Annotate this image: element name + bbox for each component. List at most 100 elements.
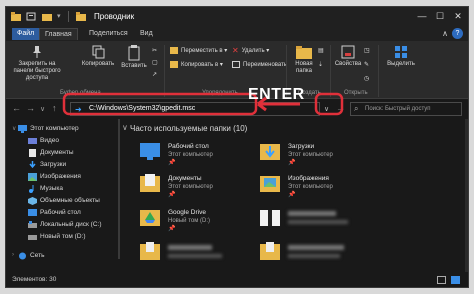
drive-icon [28,221,37,228]
tile-blurred[interactable] [138,239,258,269]
group-clipboard-label: Буфер обмена [60,90,101,96]
tab-share[interactable]: Поделиться [84,28,133,40]
pin-icon: 📌 [168,160,176,166]
nav-desktop[interactable]: Рабочий стол [28,207,81,218]
ribbon: Закрепить на панели быстрого доступа Коп… [6,41,468,99]
paste-shortcut-icon[interactable]: ↗ [152,71,157,79]
nav-music[interactable]: Музыка [29,183,63,194]
tile-blurred[interactable] [258,239,378,269]
expand-chevron-icon[interactable]: ∨ [12,125,16,132]
address-dropdown-icon[interactable]: ∨ [324,105,329,113]
rename-button[interactable]: Переименовать [232,61,287,69]
large-icons-view-icon[interactable] [451,276,460,284]
paste-button[interactable]: Вставить [120,45,148,70]
recent-dropdown-icon[interactable]: ∨ [40,105,45,113]
tab-view[interactable]: Вид [135,28,158,40]
content-area: ∨ Часто используемые папки (10) Рабочий … [122,119,468,272]
address-bar[interactable]: ➜ C:\Windows\System32\gpedit.msc [70,102,320,116]
navigation-pane: ∨ Этот компьютер Видео Документы Загрузк… [6,119,120,272]
window-title: Проводник [94,12,135,21]
nav-3d-objects[interactable]: Объемные объекты [28,195,100,206]
group-organize-label: Упорядочить [202,90,238,96]
properties-button[interactable]: Свойства [334,45,362,68]
section-collapse-icon[interactable]: ∨ [122,123,128,132]
pictures-icon [28,173,37,181]
nav-drive-d[interactable]: Новый том (D:) [28,231,86,242]
delete-button[interactable]: ✕ Удалить ▾ [232,47,269,55]
back-arrow-icon[interactable]: ← [12,103,21,113]
close-button[interactable]: ✕ [450,9,466,23]
search-placeholder: Поиск: Быстрый доступ [365,106,431,112]
new-item-icon[interactable]: ▤ [318,47,324,55]
computer-icon [18,125,27,133]
search-icon: ⌕ [354,104,359,113]
rename-icon [232,61,240,68]
section-title: Часто используемые папки (10) [130,124,248,133]
address-path[interactable]: C:\Windows\System32\gpedit.msc [89,105,195,112]
go-arrow-icon[interactable]: → [336,103,345,113]
quick-access-properties-icon[interactable] [26,12,36,21]
tab-file[interactable]: Файл [12,28,40,40]
tab-home[interactable]: Главная [39,28,78,40]
nav-drive-c[interactable]: Локальный диск (C:) [28,219,102,230]
nav-pictures[interactable]: Изображения [28,171,81,182]
tile-pictures[interactable]: Изображения Этот компьютер 📌 [258,171,378,201]
content-scrollbar[interactable] [465,119,468,272]
tile-desktop[interactable]: Рабочий стол Этот компьютер 📌 [138,139,258,169]
cut-icon[interactable]: ✂ [152,47,157,55]
folder-icon [11,12,21,21]
enter-annotation: ENTER [248,86,305,103]
move-to-icon [170,47,178,54]
status-bar: Элементов: 30 [6,272,468,287]
nav-scrollbar[interactable] [118,119,120,259]
new-folder-icon [296,46,312,59]
maximize-button[interactable]: ☐ [432,9,448,23]
copy-button[interactable]: Копировать [80,45,116,68]
collapse-chevron-icon[interactable]: › [12,252,14,258]
copy-path-icon[interactable]: ▢ [152,59,158,67]
quick-access-dropdown-icon[interactable]: ▾ [57,12,67,21]
folder-icon [140,242,160,260]
nav-this-pc[interactable]: Этот компьютер [18,123,79,134]
explorer-window: ▾ Проводник — ☐ ✕ Файл Главная Поделитьс… [5,6,469,288]
copy-to-icon [170,61,178,68]
properties-icon [341,45,355,59]
network-icon [19,252,26,260]
copy-icon [92,45,105,59]
ribbon-collapse-icon[interactable]: ∧ [442,29,448,38]
edit-icon[interactable]: ✎ [364,61,369,69]
nav-network[interactable]: Сеть [19,250,44,261]
delete-icon: ✕ [232,46,239,55]
easy-access-icon[interactable]: ⇣ [318,61,323,69]
move-to-button[interactable]: Переместить в ▾ [170,47,227,55]
address-row: ← → ∨ ↑ ➜ C:\Windows\System32\gpedit.msc… [6,99,468,119]
nav-video[interactable]: Видео [28,135,59,146]
history-icon[interactable]: ◷ [364,75,369,83]
tile-documents[interactable]: Документы Этот компьютер 📌 [138,171,258,201]
select-button[interactable]: Выделить [384,45,418,68]
pin-quick-access-button[interactable]: Закрепить на панели быстрого доступа [10,45,64,82]
new-folder-button[interactable]: Новая папка [290,45,318,75]
forward-arrow-icon[interactable]: → [26,103,35,113]
nav-documents[interactable]: Документы [29,147,74,158]
clipboard-icon [128,45,140,61]
details-view-icon[interactable] [437,276,446,284]
group-open-label: Открыть [344,90,368,96]
element-count: Элементов: 30 [12,276,57,283]
up-arrow-icon[interactable]: ↑ [52,103,57,113]
tile-downloads[interactable]: Загрузки Этот компьютер 📌 [258,139,378,169]
minimize-button[interactable]: — [414,9,430,23]
pin-icon: 📌 [288,192,296,198]
arrow-icon: ➜ [75,105,82,114]
open-icon[interactable]: ◳ [364,47,370,55]
tile-google-drive[interactable]: Google Drive Новый том (D:) 📌 [138,205,258,235]
quick-access-new-folder-icon[interactable] [42,12,52,21]
desktop-folder-icon [140,143,160,160]
tile-blurred[interactable] [258,205,378,235]
search-input[interactable]: ⌕ Поиск: Быстрый доступ [350,102,462,116]
copy-to-button[interactable]: Копировать в ▾ [170,61,223,69]
help-icon[interactable]: ? [452,28,463,39]
downloads-folder-icon [260,144,280,160]
pictures-folder-icon [260,176,280,192]
nav-downloads[interactable]: Загрузки [29,159,66,170]
